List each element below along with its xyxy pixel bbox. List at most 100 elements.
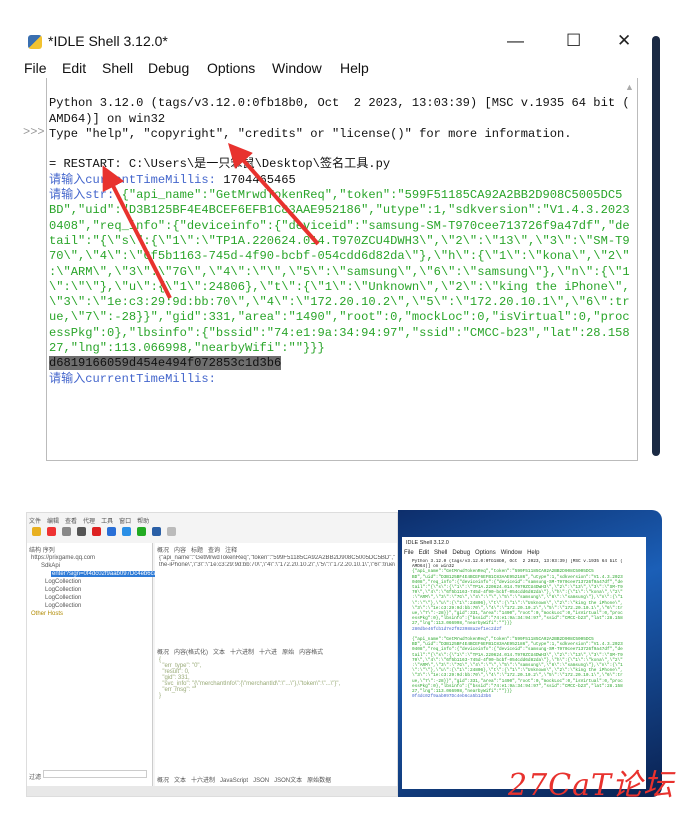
tree-request[interactable]: LogCollection bbox=[45, 587, 81, 593]
request-response-panel: 概况 内容 标题 查询 注释 {"api_name":"GetMrwdTokenReq"… bbox=[155, 543, 397, 786]
tree-request-selected[interactable]: enter?sign=0f4dc02f9aab097Dc4eb6ca5 bbox=[51, 571, 162, 577]
tree-request[interactable]: LogCollection bbox=[45, 579, 81, 585]
filter-label: 过滤 bbox=[29, 775, 42, 781]
capture-tool-window: 文件 编辑 查看 代理 工具 窗口 帮助 结构 序列 https://prixgame.qq… bbox=[26, 512, 398, 797]
window-title: *IDLE Shell 3.12.0* bbox=[48, 33, 168, 49]
request-tab[interactable]: 标题 bbox=[191, 548, 203, 554]
menu-item[interactable]: File bbox=[404, 550, 414, 556]
menu-bar: 文件 编辑 查看 代理 工具 窗口 帮助 bbox=[29, 516, 155, 525]
view-tab[interactable]: 概况 bbox=[157, 778, 169, 784]
idle-shell-window-2: IDLE Shell 3.12.0 File Edit Shell Debug Opti… bbox=[402, 537, 646, 789]
json-input-line: 0408","req_info":{"deviceinfo":{"devicei… bbox=[49, 218, 630, 233]
menu-item[interactable]: Edit bbox=[419, 550, 429, 556]
minimize-button[interactable]: — bbox=[507, 31, 524, 51]
view-tab[interactable]: 十六进制 bbox=[191, 778, 215, 784]
shell-output[interactable]: ▲ Python 3.12.0 (tags/v3.12.0:0fb18b0, O… bbox=[46, 78, 638, 461]
json-input-line: 70\",\"4\":\"6f5b1163-745d-4f90-bcbf-054… bbox=[49, 249, 630, 264]
title-bar: *IDLE Shell 3.12.0* — ☐ ✕ bbox=[20, 28, 652, 56]
banner-line: Python 3.12.0 (tags/v3.12.0:0fb18b0, Oct… bbox=[49, 96, 630, 111]
menu-item[interactable]: Shell bbox=[434, 550, 447, 556]
close-button[interactable]: ✕ bbox=[617, 31, 631, 51]
json-input-line: ue,\"7\":-28}}","gid":331,"area":"1490",… bbox=[49, 310, 630, 325]
menu-options[interactable]: Options bbox=[207, 60, 255, 76]
input-prompt: 请输入currentTimeMillis: bbox=[49, 172, 224, 187]
menu-item[interactable]: Help bbox=[527, 550, 539, 556]
menu-item[interactable]: Debug bbox=[452, 550, 470, 556]
window-title: IDLE Shell 3.12.0 bbox=[406, 540, 449, 546]
response-tab[interactable]: 概况 bbox=[157, 650, 169, 656]
menu-shell[interactable]: Shell bbox=[102, 60, 133, 76]
throttle-icon[interactable] bbox=[77, 527, 86, 536]
tree-request[interactable]: LogCollection bbox=[45, 603, 81, 609]
banner-line: AMD64)] on win32 bbox=[49, 111, 166, 126]
menu-help[interactable]: Help bbox=[340, 60, 369, 76]
menu-item[interactable]: 工具 bbox=[101, 519, 113, 525]
restart-line: = RESTART: C:\Users\是一只笨鼠\Desktop\签名工具.p… bbox=[49, 157, 391, 172]
banner-line: Type "help", "copyright", "credits" or "… bbox=[49, 126, 572, 141]
menu-bar: File Edit Shell Debug Options Window Hel… bbox=[20, 58, 652, 78]
menu-item[interactable]: 窗口 bbox=[119, 519, 131, 525]
status-bar bbox=[27, 786, 397, 796]
tree-folder[interactable]: SdkApi bbox=[41, 563, 60, 569]
menu-window[interactable]: Window bbox=[272, 60, 322, 76]
stop-icon[interactable] bbox=[92, 527, 101, 536]
menu-item[interactable]: 编辑 bbox=[47, 519, 59, 525]
json-input-line: essPkg":0},"lbsinfo":{"bssid":"74:e1:9a:… bbox=[49, 325, 630, 340]
watermark: 27CaT论坛 bbox=[508, 768, 675, 803]
request-tab[interactable]: 注释 bbox=[225, 548, 237, 554]
view-tab[interactable]: 文本 bbox=[174, 778, 186, 784]
menu-item[interactable]: Options bbox=[475, 550, 496, 556]
menu-item[interactable]: 帮助 bbox=[137, 519, 149, 525]
menu-edit[interactable]: Edit bbox=[62, 60, 86, 76]
shell-prompt-gutter: >>> bbox=[23, 125, 45, 139]
tree-host[interactable]: https://prixgame.qq.com bbox=[31, 555, 95, 561]
json-input-line: tail":"{\"s\":{\"1\":\"TP1A.220624.014.T… bbox=[49, 233, 630, 248]
maximize-button[interactable]: ☐ bbox=[566, 31, 581, 51]
request-tab[interactable]: 概况 bbox=[157, 548, 169, 554]
request-tab[interactable]: 查询 bbox=[208, 548, 220, 554]
response-line: } bbox=[159, 693, 162, 699]
intercept-icon[interactable] bbox=[62, 527, 71, 536]
broom-icon[interactable] bbox=[32, 527, 41, 536]
view-tab[interactable]: JSON bbox=[253, 778, 269, 784]
time-input: 1704465465 bbox=[223, 172, 296, 187]
response-tab[interactable]: 内容(格式化) bbox=[174, 650, 208, 656]
refresh-icon[interactable] bbox=[122, 527, 131, 536]
tree-request[interactable]: LogCollection bbox=[45, 595, 81, 601]
json-input-line: 27,"lng":113.066998,"nearbyWifi":""}}} bbox=[49, 341, 325, 356]
check-icon[interactable] bbox=[137, 527, 146, 536]
menu-item[interactable]: 查看 bbox=[65, 519, 77, 525]
json-input-line: :\"ARM\",\"3\":\"7G\",\"4\":\"\",\"5\":\… bbox=[49, 264, 630, 279]
response-tab[interactable]: 内容格式 bbox=[299, 650, 323, 656]
filter-input[interactable] bbox=[43, 770, 147, 778]
json-input-line: BD","uid":"D3B125BF4E4BCEF6EFB1C83AAE952… bbox=[49, 203, 630, 218]
tab-structure[interactable]: 结构 bbox=[29, 548, 41, 554]
desktop-background: IDLE Shell 3.12.0 File Edit Shell Debug Opti… bbox=[398, 510, 662, 797]
menu-item[interactable]: Window bbox=[501, 550, 522, 556]
response-tab[interactable]: 十六进制 bbox=[230, 650, 254, 656]
tab-sequence[interactable]: 序列 bbox=[43, 548, 55, 554]
result-hash: 0f4dc02f9aab097Dc4eb6ca5b1d3b6 bbox=[412, 694, 492, 700]
tools-icon[interactable] bbox=[152, 527, 161, 536]
json-input-line: 0408","req_info":{"deviceinfo":{"devicei… bbox=[412, 647, 623, 653]
menu-item[interactable]: 文件 bbox=[29, 519, 41, 525]
json-input-line: \"3\":\"1e:c3:29:9d:bb:70\",\"4\":\"172.… bbox=[49, 295, 630, 310]
view-tab[interactable]: JSON文本 bbox=[274, 778, 302, 784]
json-input-line: \"3\":\"1e:c3:29:9d:bb:70\",\"4\":\"172.… bbox=[412, 673, 623, 679]
request-tab[interactable]: 内容 bbox=[174, 548, 186, 554]
view-tab[interactable]: JavaScript bbox=[220, 778, 248, 784]
tree-other-hosts[interactable]: Other Hosts bbox=[31, 611, 63, 617]
shell-output[interactable]: Python 3.12.0 (tags/v3.12.0:0fb18b0, Oct… bbox=[412, 559, 642, 784]
menu-item[interactable]: 代理 bbox=[83, 519, 95, 525]
record-icon[interactable] bbox=[47, 527, 56, 536]
json-input-line: \":\"\"},\"u\":{\"1\":24806},\"t\":{\"1\… bbox=[49, 279, 630, 294]
toolbar bbox=[29, 526, 389, 538]
menu-file[interactable]: File bbox=[24, 60, 47, 76]
pen-icon[interactable] bbox=[107, 527, 116, 536]
settings-icon[interactable] bbox=[167, 527, 176, 536]
menu-debug[interactable]: Debug bbox=[148, 60, 189, 76]
view-tab[interactable]: 原始数据 bbox=[307, 778, 331, 784]
response-tab[interactable]: 原始 bbox=[282, 650, 294, 656]
response-tab[interactable]: 十六进 bbox=[259, 650, 277, 656]
response-tab[interactable]: 文本 bbox=[213, 650, 225, 656]
